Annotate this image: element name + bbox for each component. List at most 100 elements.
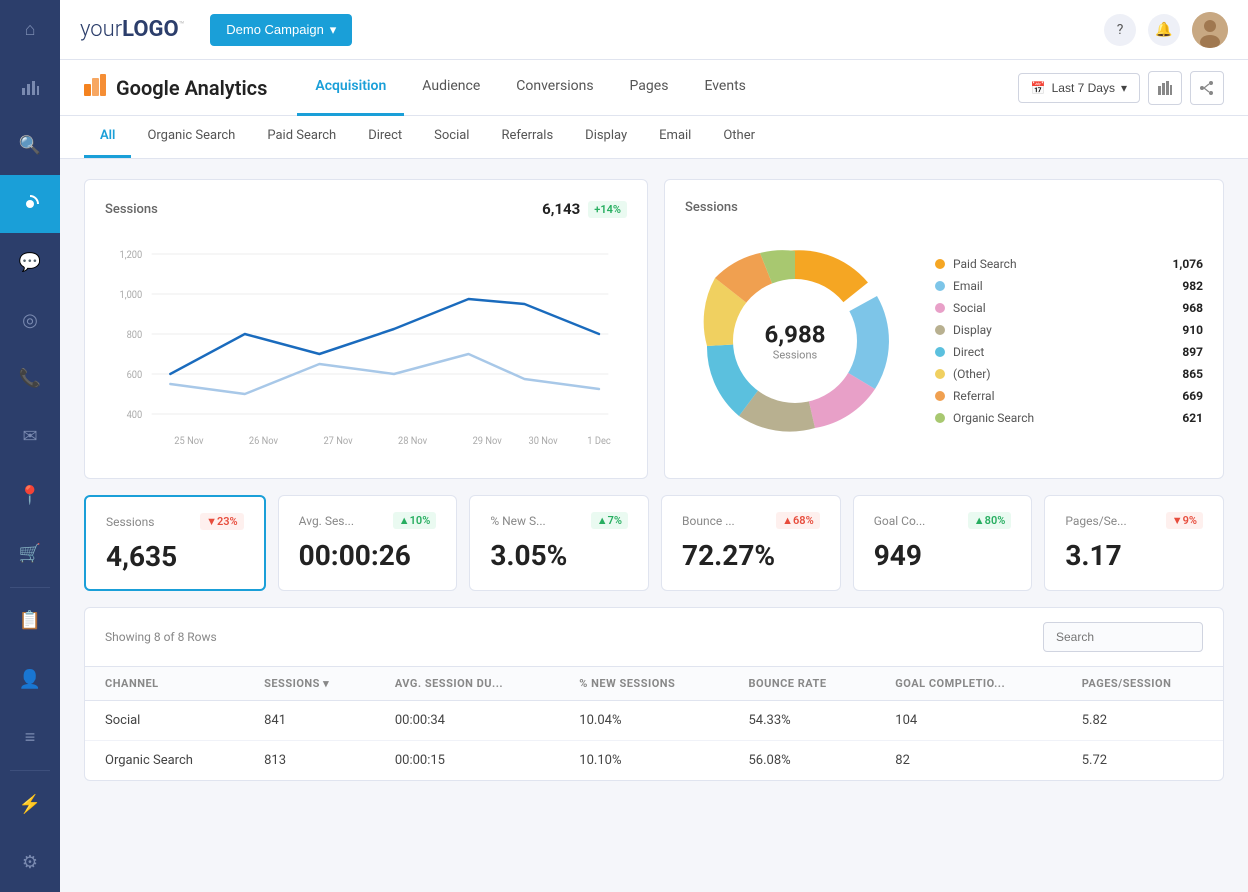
- metric-goal-badge: ▲80%: [968, 512, 1012, 529]
- table-info: Showing 8 of 8 Rows: [105, 630, 217, 644]
- sessions-chart-title: Sessions: [105, 202, 158, 217]
- data-table: CHANNEL SESSIONS ▾ AVG. SESSION DU... % …: [85, 667, 1223, 780]
- ga-header: Google Analytics Acquisition Audience Co…: [60, 60, 1248, 116]
- subnav-other[interactable]: Other: [707, 116, 771, 158]
- cell-goal: 104: [875, 701, 1061, 741]
- subnav-organic-search[interactable]: Organic Search: [131, 116, 251, 158]
- demo-campaign-button[interactable]: Demo Campaign ▾: [210, 14, 352, 46]
- topbar: yourLOGO™ Demo Campaign ▾ ? 🔔: [60, 0, 1248, 60]
- subnav-referrals[interactable]: Referrals: [485, 116, 569, 158]
- notifications-icon[interactable]: 🔔: [1148, 14, 1180, 46]
- subnav-social[interactable]: Social: [418, 116, 485, 158]
- chat-icon[interactable]: 💬: [0, 233, 60, 291]
- metric-bounce-badge: ▲68%: [776, 512, 820, 529]
- col-channel: CHANNEL: [85, 667, 244, 701]
- line-chart-svg: 1,200 1,000 800 600 400 25 Nov 26 Nov 27…: [105, 234, 627, 454]
- cell-avg-session: 00:00:34: [375, 701, 559, 741]
- report-icon[interactable]: 📋: [0, 592, 60, 650]
- svg-text:1 Dec: 1 Dec: [587, 436, 610, 447]
- calendar-icon: 📅: [1031, 81, 1046, 95]
- subnav-all[interactable]: All: [84, 116, 131, 158]
- metric-avg-label: Avg. Ses...: [299, 514, 354, 528]
- tab-pages[interactable]: Pages: [612, 60, 687, 116]
- legend-email: Email 982: [935, 279, 1203, 293]
- email-dot: [935, 281, 945, 291]
- share-button[interactable]: [1190, 71, 1224, 105]
- search-input[interactable]: [1043, 622, 1203, 652]
- metric-new-value: 3.05%: [490, 539, 628, 572]
- metric-pages-value: 3.17: [1065, 539, 1203, 572]
- email-icon[interactable]: ✉: [0, 408, 60, 466]
- sub-nav: All Organic Search Paid Search Direct So…: [60, 116, 1248, 159]
- subnav-direct[interactable]: Direct: [352, 116, 418, 158]
- search-icon[interactable]: 🔍: [0, 117, 60, 175]
- cell-pages: 5.72: [1062, 741, 1223, 781]
- legend-referral: Referral 669: [935, 389, 1203, 403]
- icon-sidebar: ⌂ 🔍 💬 ◎ 📞 ✉ 📍 🛒 📋 👤 ≡ ⚡ ⚙: [0, 0, 60, 892]
- col-avg-session: AVG. SESSION DU...: [375, 667, 559, 701]
- chevron-down-icon: ▾: [330, 22, 337, 38]
- svg-text:30 Nov: 30 Nov: [529, 436, 558, 447]
- user-icon[interactable]: 👤: [0, 650, 60, 708]
- metric-bounce-label: Bounce ...: [682, 514, 735, 528]
- table-row: Social 841 00:00:34 10.04% 54.33% 104 5.…: [85, 701, 1223, 741]
- target-icon[interactable]: ◎: [0, 291, 60, 349]
- cell-pct-new: 10.10%: [559, 741, 728, 781]
- tab-conversions[interactable]: Conversions: [498, 60, 611, 116]
- other-dot: [935, 369, 945, 379]
- chart-toggle-button[interactable]: [1148, 71, 1182, 105]
- settings-icon[interactable]: ⚙: [0, 834, 60, 892]
- direct-dot: [935, 347, 945, 357]
- tab-audience[interactable]: Audience: [404, 60, 498, 116]
- dashboard-icon[interactable]: [0, 175, 60, 233]
- help-icon[interactable]: ?: [1104, 14, 1136, 46]
- referral-dot: [935, 391, 945, 401]
- analytics-icon[interactable]: [0, 58, 60, 116]
- metric-goal-completions[interactable]: Goal Co... ▲80% 949: [853, 495, 1033, 591]
- metric-pages-label: Pages/Se...: [1065, 514, 1126, 528]
- svg-text:400: 400: [127, 410, 143, 421]
- sessions-badge: +14%: [588, 201, 627, 218]
- svg-text:800: 800: [127, 330, 143, 341]
- tab-acquisition[interactable]: Acquisition: [297, 60, 404, 116]
- svg-text:28 Nov: 28 Nov: [398, 436, 427, 447]
- donut-legend: Paid Search 1,076 Email 982 Social: [935, 257, 1203, 425]
- legend-direct: Direct 897: [935, 345, 1203, 359]
- donut-svg: 6,988 Sessions: [685, 231, 905, 451]
- avatar[interactable]: [1192, 12, 1228, 48]
- subnav-email[interactable]: Email: [643, 116, 707, 158]
- svg-text:29 Nov: 29 Nov: [473, 436, 502, 447]
- svg-text:600: 600: [127, 370, 143, 381]
- home-icon[interactable]: ⌂: [0, 0, 60, 58]
- ga-icon: [84, 74, 106, 102]
- phone-icon[interactable]: 📞: [0, 350, 60, 408]
- metric-sessions-label: Sessions: [106, 515, 154, 529]
- metric-new-sessions[interactable]: % New S... ▲7% 3.05%: [469, 495, 649, 591]
- svg-text:26 Nov: 26 Nov: [249, 436, 278, 447]
- location-icon[interactable]: 📍: [0, 466, 60, 524]
- tab-events[interactable]: Events: [686, 60, 763, 116]
- subnav-display[interactable]: Display: [569, 116, 643, 158]
- metric-bounce-rate[interactable]: Bounce ... ▲68% 72.27%: [661, 495, 841, 591]
- date-range-button[interactable]: 📅 Last 7 Days ▾: [1018, 73, 1140, 103]
- plugin-icon[interactable]: ⚡: [0, 775, 60, 833]
- cart-icon[interactable]: 🛒: [0, 524, 60, 582]
- table-row: Organic Search 813 00:00:15 10.10% 56.08…: [85, 741, 1223, 781]
- list-icon[interactable]: ≡: [0, 708, 60, 766]
- col-pct-new: % NEW SESSIONS: [559, 667, 728, 701]
- cell-goal: 82: [875, 741, 1061, 781]
- cell-channel: Social: [85, 701, 244, 741]
- metric-new-badge: ▲7%: [591, 512, 628, 529]
- cell-sessions: 841: [244, 701, 375, 741]
- subnav-paid-search[interactable]: Paid Search: [251, 116, 352, 158]
- metric-pages-session[interactable]: Pages/Se... ▼9% 3.17: [1044, 495, 1224, 591]
- col-sessions[interactable]: SESSIONS ▾: [244, 667, 375, 701]
- cell-pages: 5.82: [1062, 701, 1223, 741]
- cell-avg-session: 00:00:15: [375, 741, 559, 781]
- metric-sessions-value: 4,635: [106, 540, 244, 573]
- metric-new-label: % New S...: [490, 514, 545, 528]
- cell-pct-new: 10.04%: [559, 701, 728, 741]
- metric-sessions[interactable]: Sessions ▼23% 4,635: [84, 495, 266, 591]
- metric-avg-session[interactable]: Avg. Ses... ▲10% 00:00:26: [278, 495, 458, 591]
- svg-text:25 Nov: 25 Nov: [174, 436, 203, 447]
